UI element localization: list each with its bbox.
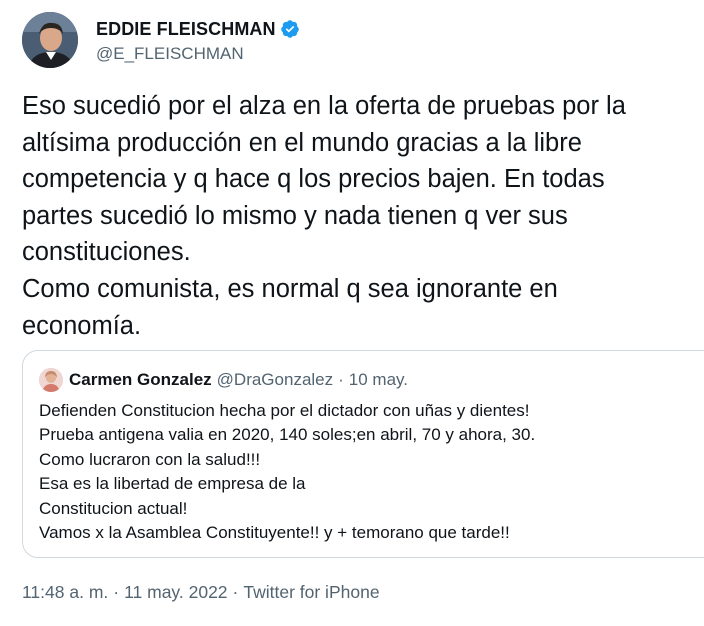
tweet-date[interactable]: 11 may. 2022 (124, 582, 227, 603)
tweet-time[interactable]: 11:48 a. m. (22, 582, 108, 603)
quoted-author-display-name: Carmen Gonzalez (69, 370, 212, 389)
tweet-text: Eso sucedió por el alza en la oferta de … (22, 92, 626, 340)
quoted-tweet-card[interactable]: Carmen Gonzalez @DraGonzalez · 10 may. D… (22, 350, 704, 558)
author-display-name[interactable]: EDDIE FLEISCHMAN (96, 19, 276, 40)
meta-separator: · (232, 582, 239, 602)
meta-separator: · (113, 582, 120, 602)
quoted-author-avatar (39, 368, 63, 392)
profile-photo-icon (22, 12, 78, 68)
tweet-header: EDDIE FLEISCHMAN @E_FLEISCHMAN (22, 10, 300, 70)
quoted-tweet-text: Defienden Constitucion hecha por el dict… (39, 401, 536, 543)
quoted-tweet-header: Carmen Gonzalez @DraGonzalez · 10 may. (39, 367, 408, 393)
author-handle[interactable]: @E_FLEISCHMAN (96, 44, 300, 64)
tweet-container: EDDIE FLEISCHMAN @E_FLEISCHMAN Eso suced… (0, 0, 704, 626)
author-names: EDDIE FLEISCHMAN @E_FLEISCHMAN (96, 16, 300, 64)
verified-badge-icon (280, 19, 300, 39)
quoted-separator: · (338, 370, 344, 389)
display-name-row: EDDIE FLEISCHMAN (96, 16, 300, 42)
quoted-tweet-date: 10 may. (348, 370, 409, 389)
tweet-source-link[interactable]: Twitter for iPhone (243, 582, 379, 603)
quoted-author-handle: @DraGonzalez (216, 370, 334, 389)
tweet-metadata: 11:48 a. m. · 11 may. 2022 · Twitter for… (22, 582, 380, 603)
author-avatar[interactable] (22, 12, 78, 68)
profile-photo-icon (39, 368, 63, 392)
